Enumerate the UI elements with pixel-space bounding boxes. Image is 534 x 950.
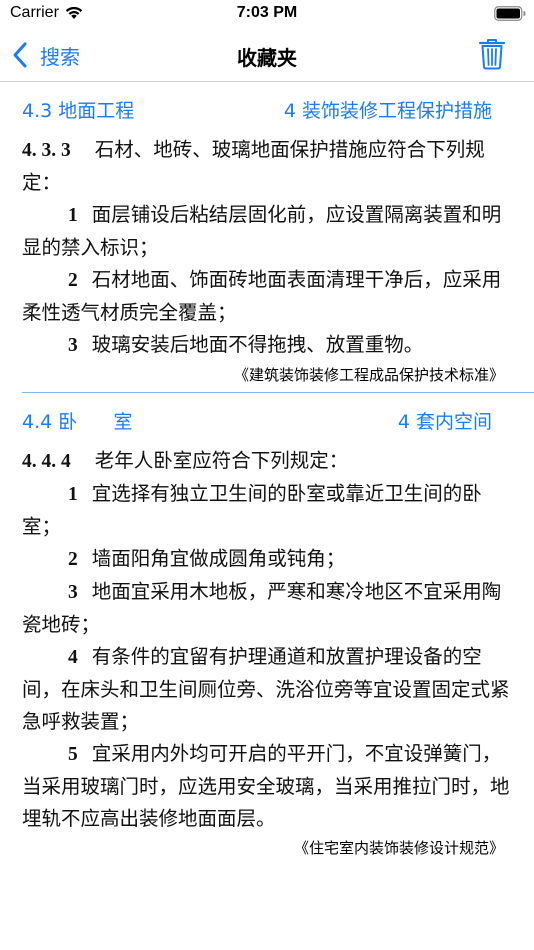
list-item: 1 面层铺设后粘结层固化前，应设置隔离装置和明显的禁入标识； bbox=[22, 199, 512, 264]
item-text: 面层铺设后粘结层固化前，应设置隔离装置和明显的禁入标识； bbox=[22, 203, 502, 259]
item-text: 有条件的宜留有护理通道和放置护理设备的空间，在床头和卫生间厕位旁、洗浴位旁等宜设… bbox=[22, 645, 510, 733]
entry-header: 4.4 卧 室 4 套内空间 bbox=[0, 393, 534, 445]
entry-chapter: 4 装饰装修工程保护措施 bbox=[283, 100, 492, 122]
list-item: 2 墙面阳角宜做成圆角或钝角； bbox=[22, 543, 512, 576]
battery-icon bbox=[494, 6, 526, 21]
item-text: 墙面阳角宜做成圆角或钝角； bbox=[91, 547, 346, 570]
clause-text: 老年人卧室应符合下列规定： bbox=[94, 449, 349, 472]
navigation-bar: 搜索 收藏夹 bbox=[0, 30, 534, 82]
list-item: 3 玻璃安装后地面不得拖拽、放置重物。 bbox=[22, 329, 512, 362]
status-bar: Carrier 7:03 PM bbox=[0, 0, 534, 30]
source-citation: 《住宅室内装饰装修设计规范》 bbox=[293, 839, 504, 857]
clause: 4. 3. 3 石材、地砖、玻璃地面保护措施应符合下列规定： bbox=[22, 134, 512, 199]
favorites-list: 4.3 地面工程 4 装饰装修工程保护措施 4. 3. 3 石材、地砖、玻璃地面保… bbox=[0, 82, 534, 865]
item-number: 4 bbox=[68, 647, 78, 668]
list-item: 1 宜选择有独立卫生间的卧室或靠近卫生间的卧室； bbox=[22, 478, 512, 543]
item-number: 3 bbox=[68, 582, 78, 603]
item-number: 2 bbox=[68, 549, 78, 570]
trash-icon[interactable] bbox=[478, 38, 506, 70]
item-text: 石材地面、饰面砖地面表面清理干净后，应采用柔性透气材质完全覆盖； bbox=[22, 268, 502, 324]
item-number: 1 bbox=[68, 205, 78, 226]
clause-number: 4. 3. 3 bbox=[22, 140, 71, 161]
list-item: 5 宜采用内外均可开启的平开门，不宜设弹簧门，当采用玻璃门时，应选用安全玻璃，当采… bbox=[22, 738, 512, 835]
entry-body: 4. 3. 3 石材、地砖、玻璃地面保护措施应符合下列规定： 1 面层铺设后粘结层固… bbox=[0, 134, 534, 362]
favorite-entry[interactable]: 4.4 卧 室 4 套内空间 4. 4. 4 老年人卧室应符合下列规定： 1 宜选择… bbox=[0, 393, 534, 859]
item-number: 5 bbox=[68, 744, 78, 765]
item-text: 地面宜采用木地板，严寒和寒冷地区不宜采用陶瓷地砖； bbox=[22, 580, 502, 636]
clause-text: 石材、地砖、玻璃地面保护措施应符合下列规定： bbox=[22, 138, 485, 194]
entry-body: 4. 4. 4 老年人卧室应符合下列规定： 1 宜选择有独立卫生间的卧室或靠近卫生间… bbox=[0, 445, 534, 835]
entry-section: 4.4 卧 室 bbox=[22, 411, 133, 433]
entry-chapter: 4 套内空间 bbox=[397, 411, 492, 433]
list-item: 2 石材地面、饰面砖地面表面清理干净后，应采用柔性透气材质完全覆盖； bbox=[22, 264, 512, 329]
source-citation: 《建筑装饰装修工程成品保护技术标准》 bbox=[233, 366, 504, 384]
clause-number: 4. 4. 4 bbox=[22, 451, 71, 472]
item-text: 宜采用内外均可开启的平开门，不宜设弹簧门，当采用玻璃门时，应选用安全玻璃，当采用… bbox=[22, 742, 510, 830]
status-time: 7:03 PM bbox=[236, 4, 298, 21]
list-item: 3 地面宜采用木地板，严寒和寒冷地区不宜采用陶瓷地砖； bbox=[22, 576, 512, 641]
item-text: 玻璃安装后地面不得拖拽、放置重物。 bbox=[91, 333, 424, 356]
item-number: 1 bbox=[68, 484, 78, 505]
list-item: 4 有条件的宜留有护理通道和放置护理设备的空间，在床头和卫生间厕位旁、洗浴位旁等宜… bbox=[22, 641, 512, 738]
item-number: 2 bbox=[68, 270, 78, 291]
clause: 4. 4. 4 老年人卧室应符合下列规定： bbox=[22, 445, 512, 478]
entry-section: 4.3 地面工程 bbox=[22, 100, 135, 122]
page-title: 收藏夹 bbox=[237, 46, 297, 70]
item-number: 3 bbox=[68, 335, 78, 356]
entry-header: 4.3 地面工程 4 装饰装修工程保护措施 bbox=[0, 82, 534, 134]
item-text: 宜选择有独立卫生间的卧室或靠近卫生间的卧室； bbox=[22, 482, 482, 538]
favorite-entry[interactable]: 4.3 地面工程 4 装饰装修工程保护措施 4. 3. 3 石材、地砖、玻璃地面保… bbox=[0, 82, 534, 386]
